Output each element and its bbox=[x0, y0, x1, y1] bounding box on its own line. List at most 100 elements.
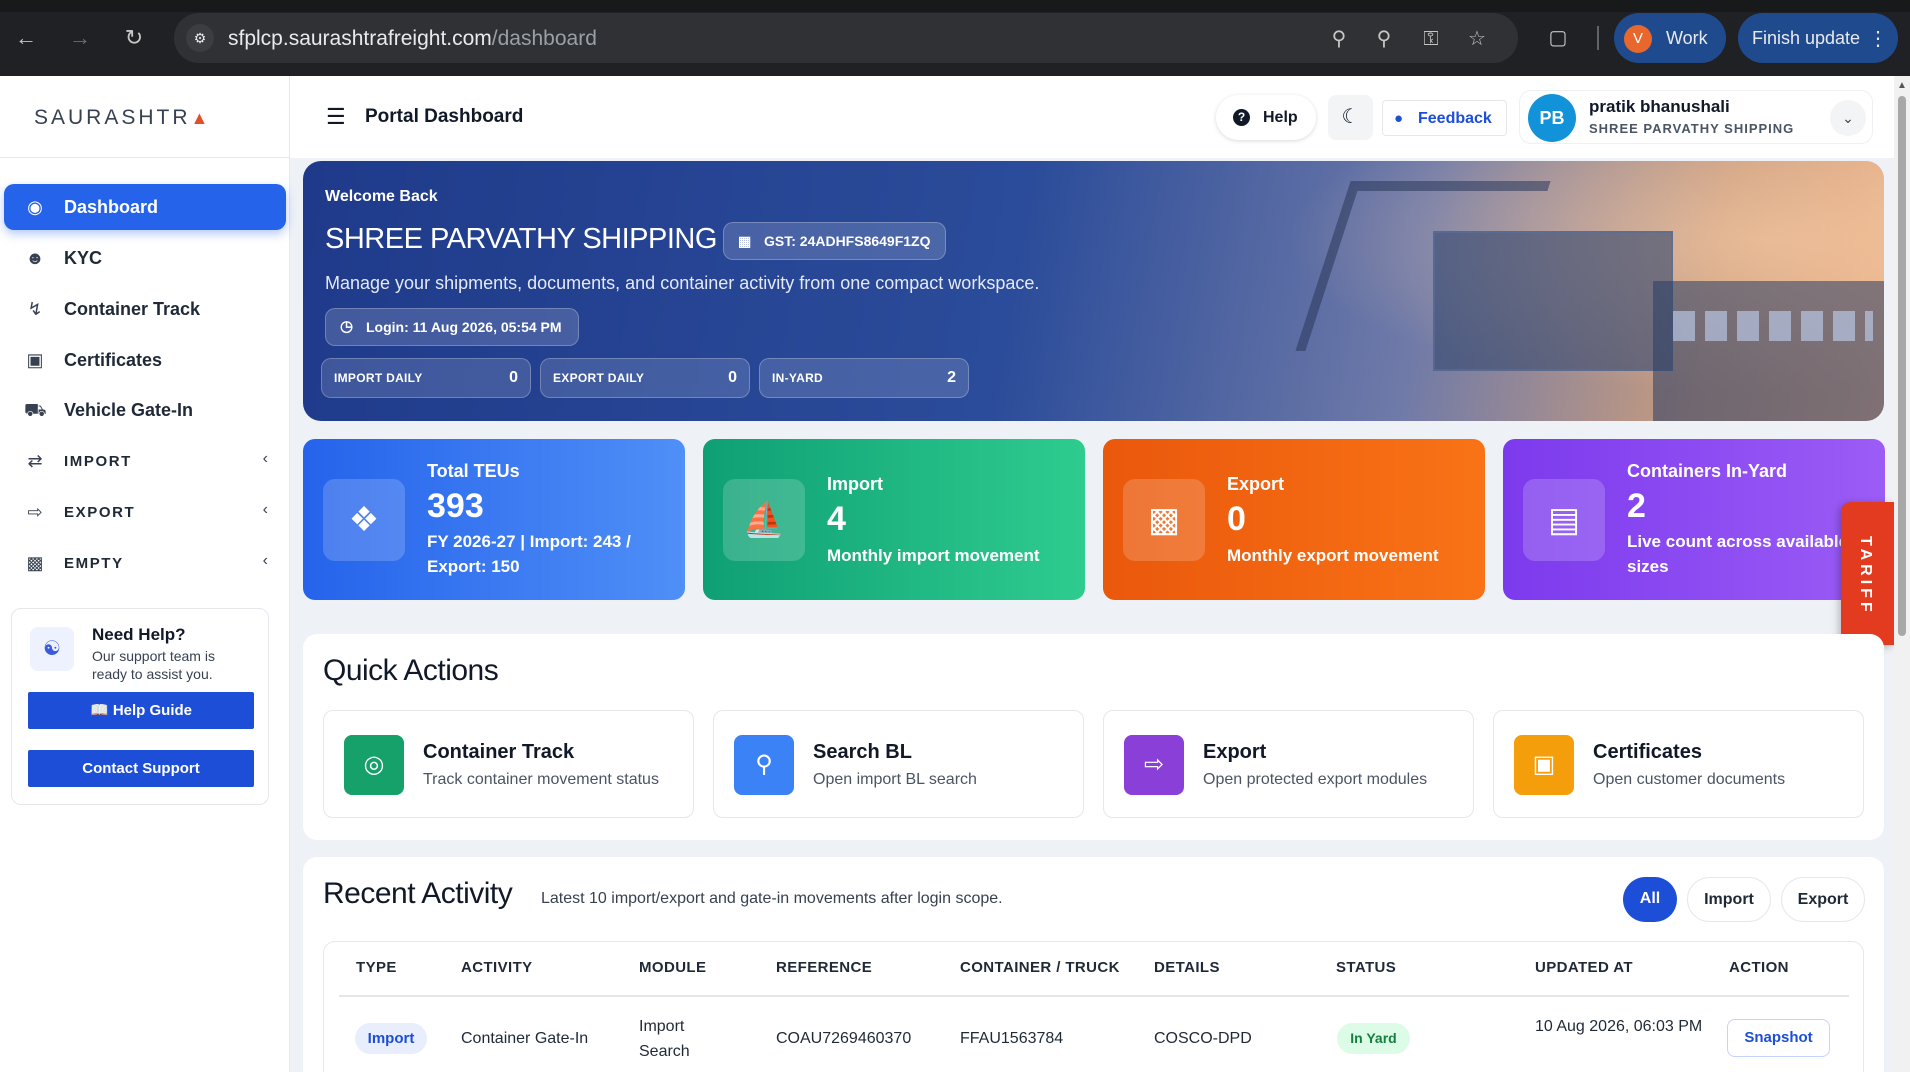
quick-action-certificates[interactable]: ▣ Certificates Open customer documents bbox=[1493, 710, 1864, 818]
export-file-icon: ⇨ bbox=[1124, 735, 1184, 795]
status-badge: In Yard bbox=[1337, 1023, 1410, 1054]
sidebar-item-kyc[interactable]: ☻ KYC bbox=[4, 235, 286, 281]
target-icon: ◎ bbox=[344, 735, 404, 795]
location-icon[interactable]: ⚲ bbox=[1326, 26, 1352, 52]
metric-title: Export bbox=[1227, 474, 1285, 494]
quick-actions-panel: Quick Actions ◎ Container Track Track co… bbox=[303, 634, 1884, 840]
metric-card-total-teus[interactable]: ❖ Total TEUs 393 FY 2026-27 | Import: 24… bbox=[303, 439, 685, 600]
sidebar-item-container-track[interactable]: ↯ Container Track bbox=[4, 286, 286, 332]
help-label: Help bbox=[1263, 109, 1298, 126]
quick-action-title: Certificates bbox=[1593, 741, 1702, 763]
cell-reference: COAU7269460370 bbox=[776, 1030, 912, 1047]
certificate-icon: ▣ bbox=[1514, 735, 1574, 795]
sidebar-item-import[interactable]: ⇄ IMPORT ‹ bbox=[4, 438, 286, 484]
metric-card-export[interactable]: ▩ Export 0 Monthly export movement bbox=[1103, 439, 1485, 600]
column-header: DETAILS bbox=[1154, 959, 1220, 976]
sidebar-item-label: Certificates bbox=[64, 350, 163, 370]
menu-toggle-icon[interactable]: ☰ bbox=[326, 104, 346, 130]
chat-icon: ● bbox=[1394, 110, 1404, 127]
filter-export[interactable]: Export bbox=[1781, 877, 1865, 922]
profile-label: Work bbox=[1666, 28, 1708, 48]
quick-action-title: Container Track bbox=[423, 741, 575, 763]
chevron-left-icon: ‹ bbox=[262, 450, 268, 467]
metric-subtext: Live count across available sizes bbox=[1627, 532, 1849, 576]
menu-dots-icon[interactable]: ⋮ bbox=[1868, 26, 1888, 51]
quick-action-title: Export bbox=[1203, 741, 1267, 763]
metric-subtext: Monthly import movement bbox=[827, 546, 1040, 565]
sidebar-item-export[interactable]: ⇨ EXPORT ‹ bbox=[4, 489, 286, 535]
chevron-down-icon[interactable]: ⌄ bbox=[1830, 100, 1866, 136]
export-icon: ⇨ bbox=[27, 502, 43, 522]
question-icon: ? bbox=[1233, 109, 1250, 126]
sidebar-item-vehicle-gate-in[interactable]: ⛟ Vehicle Gate-In bbox=[4, 387, 286, 433]
welcome-banner: Welcome Back SHREE PARVATHY SHIPPING ▦ GS… bbox=[303, 161, 1884, 421]
sidebar: SAURASHTR▲ ◉ Dashboard ☻ KYC ↯ Container… bbox=[0, 76, 290, 1072]
sidebar-item-label: Container Track bbox=[64, 299, 201, 319]
help-button[interactable]: ? Help bbox=[1216, 95, 1316, 140]
quick-action-container-track[interactable]: ◎ Container Track Track container moveme… bbox=[323, 710, 694, 818]
profile-avatar: V bbox=[1624, 25, 1652, 53]
extensions-icon[interactable]: ▢ bbox=[1544, 24, 1572, 52]
help-card-title: Need Help? bbox=[92, 625, 186, 644]
site-info-icon[interactable]: ⚙ bbox=[186, 24, 214, 52]
address-bar[interactable]: ⚙ sfplcp.saurashtrafreight.com/dashboard… bbox=[174, 13, 1518, 63]
stat-export-daily: EXPORT DAILY 0 bbox=[540, 358, 750, 398]
url-text[interactable]: sfplcp.saurashtrafreight.com/dashboard bbox=[228, 27, 597, 51]
swap-icon: ⇄ bbox=[27, 451, 43, 471]
search-icon: ⚲ bbox=[734, 735, 794, 795]
user-menu[interactable]: PB pratik bhanushali SHREE PARVATHY SHIP… bbox=[1519, 90, 1873, 144]
sidebar-item-certificates[interactable]: ▣ Certificates bbox=[4, 337, 286, 383]
key-icon[interactable]: ⚿ bbox=[1418, 26, 1444, 52]
forward-icon[interactable]: → bbox=[66, 24, 94, 52]
feedback-label: Feedback bbox=[1418, 110, 1492, 127]
recent-activity-subtitle: Latest 10 import/export and gate-in move… bbox=[541, 890, 1003, 907]
metric-card-containers-in-yard[interactable]: ▤ Containers In-Yard 2 Live count across… bbox=[1503, 439, 1885, 600]
metric-card-import[interactable]: ⛵ Import 4 Monthly import movement bbox=[703, 439, 1085, 600]
id-card-icon: ▦ bbox=[738, 233, 752, 249]
feedback-button[interactable]: ● Feedback bbox=[1382, 100, 1507, 136]
quick-action-export[interactable]: ⇨ Export Open protected export modules bbox=[1103, 710, 1474, 818]
cubes-icon: ❖ bbox=[323, 479, 405, 561]
reload-icon[interactable]: ↻ bbox=[120, 24, 148, 52]
back-icon[interactable]: ← bbox=[12, 24, 40, 52]
quick-action-subtitle: Track container movement status bbox=[423, 771, 659, 788]
quick-action-subtitle: Open import BL search bbox=[813, 771, 977, 788]
cell-container: FFAU1563784 bbox=[960, 1030, 1064, 1047]
profile-button[interactable]: V Work bbox=[1614, 13, 1726, 63]
headset-icon: ☯ bbox=[30, 627, 74, 671]
metric-title: Containers In-Yard bbox=[1627, 461, 1788, 481]
page-scrollbar[interactable]: ▲ bbox=[1894, 76, 1910, 1072]
column-header: TYPE bbox=[356, 959, 397, 976]
column-header: ACTION bbox=[1729, 959, 1789, 976]
metric-value: 4 bbox=[827, 500, 846, 538]
banner-tagline: Manage your shipments, documents, and co… bbox=[325, 273, 1040, 293]
help-guide-button[interactable]: 📖 Help Guide bbox=[28, 692, 254, 729]
metric-subtext: Monthly export movement bbox=[1227, 546, 1439, 565]
cell-module: Import Search bbox=[639, 1018, 690, 1060]
finish-update-label: Finish update bbox=[1752, 28, 1861, 48]
scroll-up-icon[interactable]: ▲ bbox=[1897, 80, 1907, 91]
metric-title: Import bbox=[827, 474, 883, 494]
zoom-icon[interactable]: ⚲ bbox=[1371, 26, 1397, 52]
snapshot-button[interactable]: Snapshot bbox=[1727, 1019, 1830, 1057]
dolly-icon: ▩ bbox=[26, 553, 44, 573]
finish-update-button[interactable]: Finish update ⋮ bbox=[1738, 13, 1898, 63]
recent-activity-title: Recent Activity bbox=[323, 877, 513, 910]
toolbar-divider bbox=[1597, 26, 1599, 50]
bookmark-star-icon[interactable]: ☆ bbox=[1464, 26, 1490, 52]
sidebar-item-dashboard[interactable]: ◉ Dashboard bbox=[4, 184, 286, 230]
quick-action-search-bl[interactable]: ⚲ Search BL Open import BL search bbox=[713, 710, 1084, 818]
column-header: REFERENCE bbox=[776, 959, 873, 976]
login-time-badge: ◷ Login: 11 Aug 2026, 05:54 PM bbox=[325, 308, 579, 346]
filter-import[interactable]: Import bbox=[1687, 877, 1771, 922]
filter-all[interactable]: All bbox=[1623, 877, 1677, 922]
dark-mode-toggle-icon[interactable]: ☾ bbox=[1328, 95, 1373, 140]
brand-logo[interactable]: SAURASHTR▲ bbox=[34, 106, 211, 130]
tab-strip bbox=[0, 0, 1910, 12]
company-name: SHREE PARVATHY SHIPPING bbox=[325, 223, 717, 255]
tariff-tab[interactable]: TARIFF bbox=[1841, 502, 1894, 645]
sidebar-item-empty[interactable]: ▩ EMPTY ‹ bbox=[4, 540, 286, 586]
contact-support-button[interactable]: Contact Support bbox=[28, 750, 254, 787]
recent-activity-panel: Recent Activity Latest 10 import/export … bbox=[303, 857, 1884, 1072]
scrollbar-thumb[interactable] bbox=[1898, 96, 1906, 636]
